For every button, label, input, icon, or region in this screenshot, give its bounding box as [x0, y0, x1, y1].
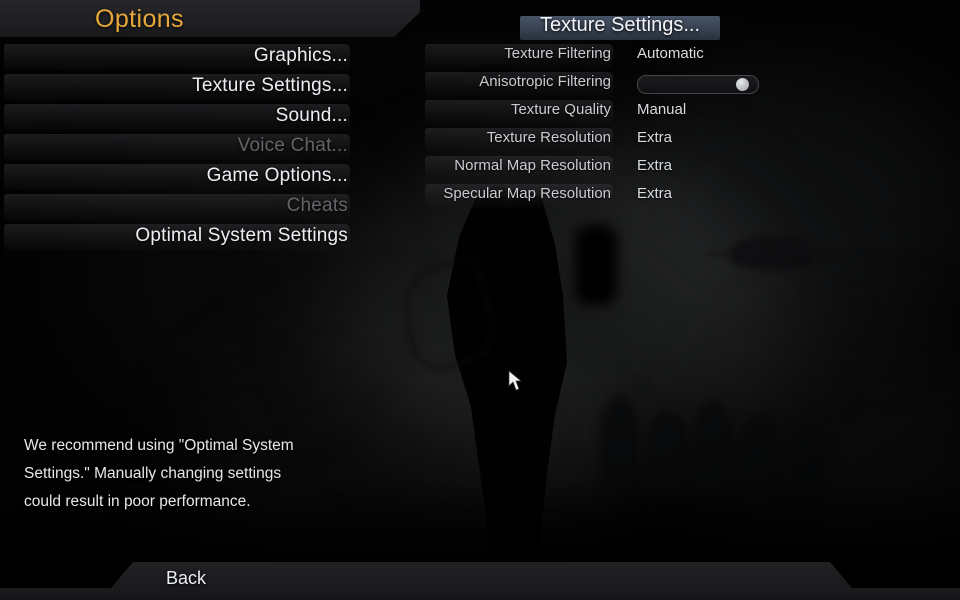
setting-value[interactable]: Manual [637, 101, 686, 118]
recommendation-line-3: could result in poor performance. [24, 493, 251, 510]
menu-item[interactable]: Game Options... [0, 164, 350, 194]
bottom-bar [0, 562, 960, 600]
arrow-cursor [508, 370, 522, 391]
setting-row[interactable]: Normal Map Resolution Extra [425, 154, 845, 182]
menu-item-label: Game Options... [206, 165, 348, 186]
menu-item: Cheats [0, 194, 350, 224]
slider-knob[interactable] [735, 78, 749, 91]
texture-settings-panel: Texture Settings... Texture Filtering Aut… [425, 14, 845, 210]
setting-label: Specular Map Resolution [443, 185, 611, 202]
setting-row[interactable]: Texture Quality Manual [425, 98, 845, 126]
setting-label: Texture Quality [510, 101, 611, 118]
page-title: Options [95, 5, 184, 33]
setting-row[interactable]: Texture Resolution Extra [425, 126, 845, 154]
menu-item-label: Sound... [275, 105, 348, 126]
panel-title-row: Texture Settings... [425, 14, 845, 42]
setting-label: Texture Resolution [486, 129, 611, 146]
panel-title: Texture Settings... [539, 14, 701, 36]
setting-row[interactable]: Texture Filtering Automatic [425, 42, 845, 70]
menu-item-label: Texture Settings... [192, 75, 348, 96]
menu-item[interactable]: Optimal System Settings [0, 224, 350, 254]
recommendation-text: We recommend using "Optimal System Setti… [24, 432, 354, 516]
menu-item-label: Optimal System Settings [135, 225, 348, 246]
setting-value[interactable]: Extra [637, 129, 672, 146]
menu-item-label: Voice Chat... [237, 135, 348, 156]
anisotropic-filtering-slider[interactable] [637, 75, 759, 94]
menu-item-label: Cheats [286, 195, 348, 216]
setting-value[interactable]: Automatic [637, 45, 704, 62]
options-menu: Graphics... Texture Settings... Sound... Vo… [0, 44, 350, 254]
menu-item[interactable]: Sound... [0, 104, 350, 134]
setting-label: Texture Filtering [504, 45, 611, 62]
menu-item[interactable]: Texture Settings... [0, 74, 350, 104]
menu-item: Voice Chat... [0, 134, 350, 164]
setting-value[interactable]: Extra [637, 185, 672, 202]
setting-row[interactable]: Specular Map Resolution Extra [425, 182, 845, 210]
menu-item[interactable]: Graphics... [0, 44, 350, 74]
setting-row[interactable]: Anisotropic Filtering [425, 70, 845, 98]
back-button[interactable]: Back [166, 568, 206, 589]
options-header-bar [0, 0, 420, 37]
menu-item-label: Graphics... [253, 45, 348, 66]
setting-value[interactable]: Extra [637, 157, 672, 174]
setting-label: Anisotropic Filtering [479, 73, 611, 90]
recommendation-line-2: Settings." Manually changing settings [24, 465, 282, 482]
setting-label: Normal Map Resolution [454, 157, 611, 174]
recommendation-line-1: We recommend using "Optimal System [24, 437, 294, 454]
